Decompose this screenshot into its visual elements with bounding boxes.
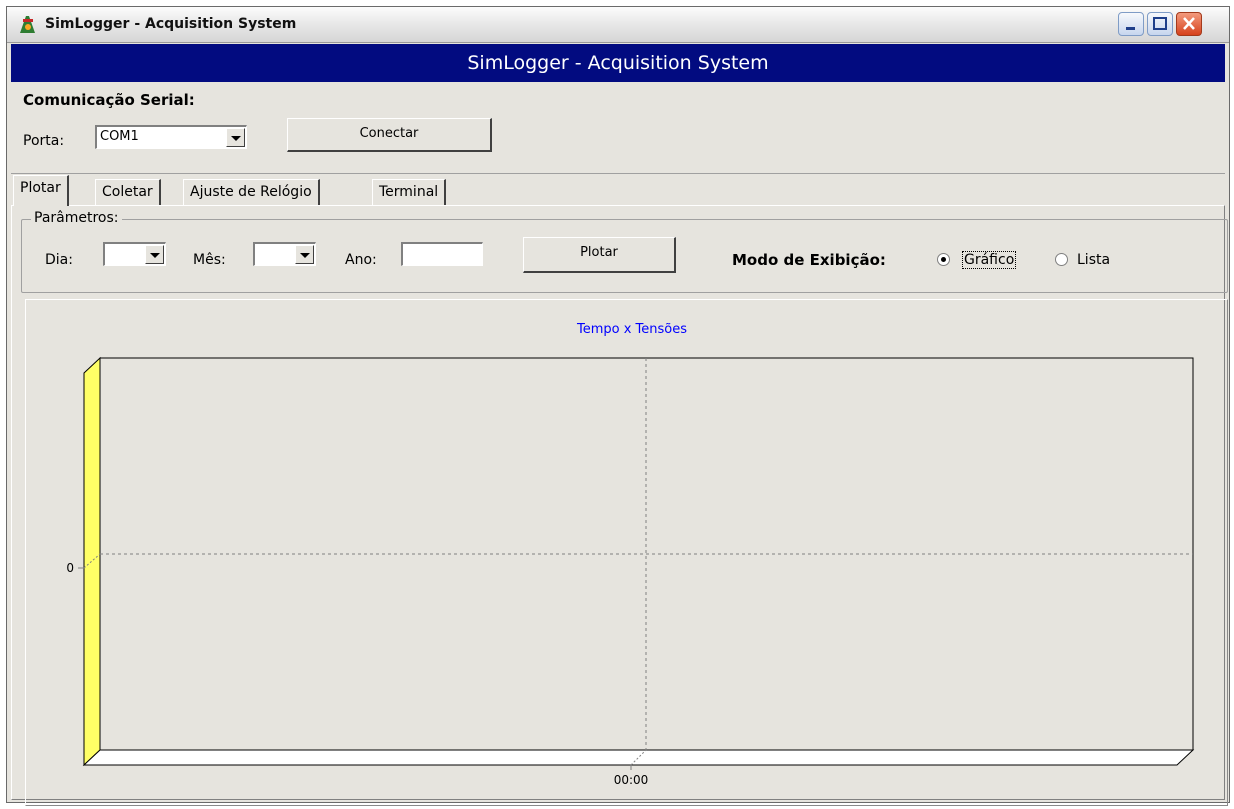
tab-label: Plotar <box>20 180 61 196</box>
tab-ajuste-relogio[interactable]: Ajuste de Relógio <box>183 179 320 205</box>
chart-title: Tempo x Tensões <box>576 322 687 337</box>
separator <box>11 173 1225 174</box>
x-tick-label: 00:00 <box>614 773 649 787</box>
chevron-down-icon[interactable] <box>145 245 164 264</box>
port-label: Porta: <box>23 133 65 149</box>
minimize-button[interactable] <box>1118 12 1144 36</box>
month-label: Mês: <box>193 252 226 268</box>
tab-label: Ajuste de Relógio <box>190 184 312 200</box>
tab-label: Coletar <box>102 184 153 200</box>
chart-floor <box>82 749 1195 766</box>
port-select[interactable]: COM1 <box>95 125 247 149</box>
radio-lista-label[interactable]: Lista <box>1077 252 1110 268</box>
chart-svg: Tempo x Tensões 0 00:00 <box>66 322 1195 787</box>
parameters-legend: Parâmetros: <box>31 210 122 226</box>
chart-wall-left <box>83 356 101 767</box>
tab-terminal[interactable]: Terminal <box>372 179 447 205</box>
month-select[interactable] <box>253 242 316 266</box>
port-value: COM1 <box>100 129 139 144</box>
chevron-down-icon[interactable] <box>226 128 245 147</box>
maximize-button[interactable] <box>1147 12 1173 36</box>
chart-panel: Tempo x Tensões 0 00:00 <box>25 299 1228 806</box>
year-input[interactable] <box>401 242 483 266</box>
display-mode-label: Modo de Exibição: <box>732 251 886 269</box>
app-banner: SimLogger - Acquisition System <box>11 44 1225 82</box>
tab-label: Terminal <box>379 184 439 200</box>
app-window: SimLogger - Acquisition System SimLogger… <box>6 6 1230 806</box>
title-bar[interactable]: SimLogger - Acquisition System <box>7 7 1229 43</box>
radio-grafico-label[interactable]: Gráfico <box>962 251 1017 269</box>
tab-coletar[interactable]: Coletar <box>95 179 161 205</box>
window-title: SimLogger - Acquisition System <box>45 16 297 32</box>
year-label: Ano: <box>345 252 377 268</box>
close-button[interactable] <box>1176 12 1202 36</box>
app-logo-icon <box>17 13 39 35</box>
tab-plotar[interactable]: Plotar <box>13 175 69 206</box>
serial-section-title: Comunicação Serial: <box>23 91 195 109</box>
connect-button[interactable]: Conectar <box>287 118 492 152</box>
day-select[interactable] <box>103 242 166 266</box>
radio-lista[interactable] <box>1055 253 1068 266</box>
radio-grafico[interactable] <box>937 253 950 266</box>
chevron-down-icon[interactable] <box>295 245 314 264</box>
plot-button[interactable]: Plotar <box>523 237 676 273</box>
day-label: Dia: <box>45 252 73 268</box>
y-tick-label: 0 <box>66 561 74 575</box>
